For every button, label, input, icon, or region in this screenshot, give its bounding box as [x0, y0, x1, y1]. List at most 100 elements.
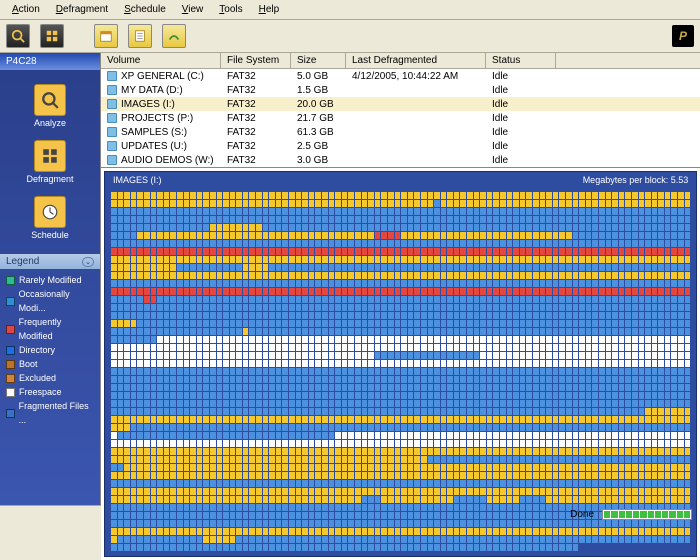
legend-item[interactable]: Fragmented Files ... — [6, 399, 94, 427]
volume-fs: FAT32 — [221, 155, 291, 166]
disk-icon — [107, 85, 117, 95]
volume-fs: FAT32 — [221, 85, 291, 96]
volume-size: 21.7 GB — [291, 113, 346, 124]
col-volume[interactable]: Volume — [101, 53, 221, 68]
map-info: Megabytes per block: 5.53 — [583, 175, 689, 185]
analyze-icon — [34, 84, 66, 116]
legend-item[interactable]: Rarely Modified — [6, 273, 94, 287]
volume-status: Idle — [486, 113, 556, 124]
legend-swatch — [6, 388, 15, 397]
col-status[interactable]: Status — [486, 53, 556, 68]
legend-label: Fragmented Files ... — [19, 399, 94, 427]
main-area: Volume File System Size Last Defragmente… — [100, 53, 700, 505]
volume-row[interactable]: AUDIO DEMOS (W:) FAT323.0 GB Idle — [101, 153, 700, 167]
legend-swatch — [6, 276, 15, 285]
legend-item[interactable]: Occasionally Modi... — [6, 287, 94, 315]
disk-icon — [107, 99, 117, 109]
sidebar-btn-label: Analyze — [34, 118, 66, 128]
volume-row[interactable]: SAMPLES (S:)FAT3261.3 GBIdle — [101, 125, 700, 139]
legend-swatch — [6, 409, 15, 418]
volume-fs: FAT32 — [221, 99, 291, 110]
legend-label: Freespace — [19, 385, 62, 399]
legend-title-text: Legend — [6, 256, 39, 267]
disk-icon — [107, 155, 117, 165]
legend-label: Rarely Modified — [19, 273, 82, 287]
defragment-toolbar-button[interactable] — [40, 24, 64, 48]
sidebar-btn-label: Schedule — [31, 230, 69, 240]
volume-size: 61.3 GB — [291, 127, 346, 138]
legend-item[interactable]: Boot — [6, 357, 94, 371]
col-fs[interactable]: File System — [221, 53, 291, 68]
analyze-toolbar-button[interactable] — [6, 24, 30, 48]
menu-view[interactable]: View — [174, 2, 212, 17]
defrag-icon — [34, 140, 66, 172]
volume-fs: FAT32 — [221, 71, 291, 82]
log-toolbar-button[interactable] — [128, 24, 152, 48]
legend-swatch — [6, 374, 15, 383]
legend-header[interactable]: Legend ⌄ — [0, 254, 100, 269]
col-size[interactable]: Size — [291, 53, 346, 68]
fragmentation-map: IMAGES (I:) Megabytes per block: 5.53 — [104, 171, 697, 557]
menu-defragment[interactable]: Defragment — [48, 2, 116, 17]
menu-schedule[interactable]: Schedule — [116, 2, 174, 17]
menubar: AActionction Defragment Schedule View To… — [0, 0, 700, 20]
volume-size: 20.0 GB — [291, 99, 346, 110]
legend-item[interactable]: Frequently Modified — [6, 315, 94, 343]
volume-name: PROJECTS (P:) — [121, 113, 193, 124]
volume-status: Idle — [486, 141, 556, 152]
disk-icon — [107, 71, 117, 81]
volume-name: XP GENERAL (C:) — [121, 71, 204, 82]
volume-fs: FAT32 — [221, 127, 291, 138]
app-logo-icon: P — [672, 25, 694, 47]
volume-name: IMAGES (I:) — [121, 99, 175, 110]
volume-fs: FAT32 — [221, 113, 291, 124]
legend-swatch — [6, 346, 15, 355]
status-label: Done — [570, 509, 594, 520]
volume-row[interactable]: UPDATES (U:) FAT322.5 GB Idle — [101, 139, 700, 153]
volume-status: Idle — [486, 155, 556, 166]
sidebar: P4C28 Analyze Defragment Schedule Legend ⌄… — [0, 53, 100, 505]
legend-label: Directory — [19, 343, 55, 357]
sidebar-title: P4C28 — [0, 53, 100, 70]
sidebar-btn-label: Defragment — [26, 174, 73, 184]
volume-name: SAMPLES (S:) — [121, 127, 187, 138]
col-last[interactable]: Last Defragmented — [346, 53, 486, 68]
menu-help[interactable]: Help — [251, 2, 288, 17]
legend-swatch — [6, 297, 15, 306]
volume-name: UPDATES (U:) — [121, 141, 187, 152]
settings-toolbar-button[interactable] — [162, 24, 186, 48]
chevron-down-icon: ⌄ — [82, 257, 94, 267]
volume-size: 2.5 GB — [291, 141, 346, 152]
legend-label: Excluded — [19, 371, 56, 385]
sidebar-defrag-button[interactable]: Defragment — [4, 134, 96, 190]
progress-bar — [602, 509, 692, 520]
map-title: IMAGES (I:) — [113, 175, 162, 185]
legend-swatch — [6, 325, 15, 334]
volume-size: 1.5 GB — [291, 85, 346, 96]
volume-last: 4/12/2005, 10:44:22 AM — [346, 71, 486, 82]
legend-label: Boot — [19, 357, 38, 371]
volume-row[interactable]: PROJECTS (P:) FAT3221.7 GB Idle — [101, 111, 700, 125]
sidebar-analyze-button[interactable]: Analyze — [4, 78, 96, 134]
menu-tools[interactable]: Tools — [211, 2, 250, 17]
volume-size: 3.0 GB — [291, 155, 346, 166]
legend-item[interactable]: Freespace — [6, 385, 94, 399]
volume-row[interactable]: XP GENERAL (C:) FAT325.0 GB4/12/2005, 10:… — [101, 69, 700, 83]
volume-status: Idle — [486, 99, 556, 110]
legend-label: Occasionally Modi... — [19, 287, 94, 315]
legend-item[interactable]: Directory — [6, 343, 94, 357]
volume-header-row: Volume File System Size Last Defragmente… — [101, 53, 700, 69]
block-grid — [105, 188, 696, 556]
volume-name: AUDIO DEMOS (W:) — [121, 155, 214, 166]
disk-icon — [107, 141, 117, 151]
volume-fs: FAT32 — [221, 141, 291, 152]
volume-row[interactable]: MY DATA (D:)FAT321.5 GBIdle — [101, 83, 700, 97]
disk-icon — [107, 113, 117, 123]
volume-size: 5.0 GB — [291, 71, 346, 82]
volume-status: Idle — [486, 71, 556, 82]
volume-row[interactable]: IMAGES (I:) FAT3220.0 GB Idle — [101, 97, 700, 111]
legend-item[interactable]: Excluded — [6, 371, 94, 385]
schedule-toolbar-button[interactable] — [94, 24, 118, 48]
sidebar-schedule-button[interactable]: Schedule — [4, 190, 96, 246]
menu-action[interactable]: AActionction — [4, 2, 48, 17]
